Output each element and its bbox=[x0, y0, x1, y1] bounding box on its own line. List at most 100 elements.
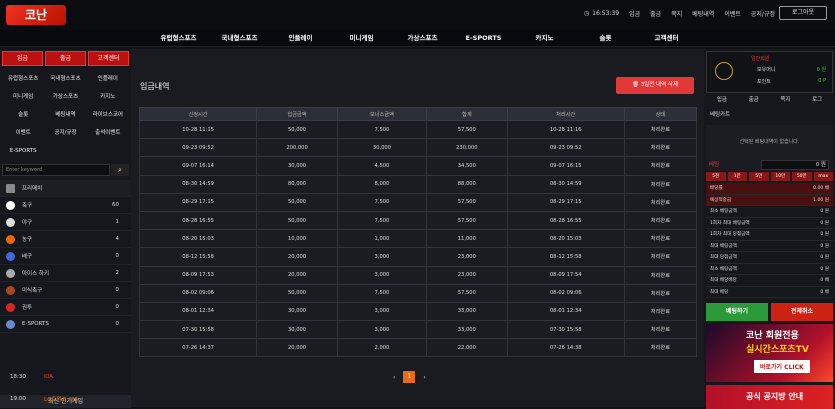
prev-page-icon[interactable]: ‹ bbox=[393, 374, 395, 381]
bet-info-value: 0 원 bbox=[820, 232, 829, 238]
sidebar-item[interactable]: 이벤트 bbox=[2, 124, 44, 142]
nav-korean-sports[interactable]: 국내형스포츠 bbox=[209, 30, 270, 46]
deposit-button[interactable]: 입금 bbox=[2, 51, 43, 66]
next-page-icon[interactable]: › bbox=[423, 374, 425, 381]
bet-info-value: 0 원 bbox=[820, 266, 829, 272]
link-bet-history[interactable]: 베팅내역 bbox=[692, 9, 714, 18]
bet-info-row: 1회차 최대 당첨금액 0 원 bbox=[706, 229, 833, 241]
sidebar-item[interactable]: 유럽형스포츠 bbox=[2, 70, 44, 88]
link-deposit[interactable]: 입금 bbox=[629, 9, 640, 18]
sidebar-item[interactable]: 미니게임 bbox=[2, 88, 44, 106]
chip-button[interactable]: 10만 bbox=[770, 172, 790, 181]
logo[interactable]: 코난 bbox=[6, 5, 66, 25]
table-cell: 07-26 14:38 bbox=[506, 338, 625, 358]
bet-amount-row: 베팅 0 원 bbox=[706, 159, 833, 171]
table-cell: 200,000 bbox=[256, 138, 338, 158]
nav-virtual[interactable]: 가상스포츠 bbox=[392, 30, 453, 46]
sidebar-item[interactable]: 국내형스포츠 bbox=[44, 70, 86, 88]
table-cell: 07-30 15:58 bbox=[506, 320, 625, 340]
table-row: 08-28 16:55 50,000 7,500 57,500 08-28 16:55 처… bbox=[138, 210, 698, 231]
game-row[interactable]: 19:00 LG트윈스 (W) bbox=[0, 389, 131, 409]
table-cell: 처리완료 bbox=[623, 119, 698, 140]
nav-casino[interactable]: 카지노 bbox=[514, 30, 575, 46]
bet-amount-input[interactable]: 0 원 bbox=[761, 160, 829, 170]
user-message[interactable]: 쪽지 bbox=[780, 95, 790, 103]
sidebar-item[interactable]: 인플레이 bbox=[87, 70, 129, 88]
logout-button[interactable]: 로그아웃 bbox=[779, 6, 827, 20]
sidebar-item[interactable]: 슬롯 bbox=[2, 106, 44, 124]
sidebar-item[interactable]: 공지/규정 bbox=[44, 124, 86, 142]
bet-info-value: 0 배 bbox=[820, 289, 829, 295]
nav-esports[interactable]: E-SPORTS bbox=[453, 30, 514, 46]
nav-inplay[interactable]: 인플레이 bbox=[270, 30, 331, 46]
sport-item[interactable]: 야구 1 bbox=[0, 214, 131, 231]
table-cell: 09-07 16:15 bbox=[506, 156, 625, 176]
chip-button[interactable]: 1만 bbox=[727, 172, 747, 181]
link-notice[interactable]: 공지/규정 bbox=[751, 9, 775, 18]
sport-item[interactable]: E-SPORTS 0 bbox=[0, 316, 131, 333]
table-cell: 08-02 09:06 bbox=[506, 283, 625, 303]
chip-button[interactable]: 5만 bbox=[749, 172, 769, 181]
sport-item[interactable]: 미식축구 0 bbox=[0, 282, 131, 299]
tv-banner[interactable]: 코난 회원전용 실시간스포츠TV 바로가기 CLICK bbox=[706, 324, 833, 382]
chip-button[interactable]: 5천 bbox=[706, 172, 726, 181]
esports-icon bbox=[6, 319, 15, 329]
link-withdraw[interactable]: 출금 bbox=[650, 9, 661, 18]
sidebar-item[interactable]: 라이브스코어 bbox=[87, 106, 129, 124]
sidebar-item[interactable]: E-SPORTS bbox=[2, 142, 44, 160]
bet-info-row: 최대 배당 0 배 bbox=[706, 287, 833, 298]
nav-slot[interactable]: 슬롯 bbox=[575, 30, 636, 46]
table-cell: 처리완료 bbox=[623, 338, 698, 358]
table-cell: 07-30 15:58 bbox=[138, 320, 258, 340]
user-log[interactable]: 로그 bbox=[812, 95, 822, 103]
search-input[interactable]: Enter keyword bbox=[2, 164, 110, 176]
bet-info-row: 1회차 최대 베팅금액 0 원 bbox=[706, 218, 833, 229]
sidebar-menu: 유럽형스포츠 국내형스포츠 인플레이 미니게임 가상스포츠 카지노 슬롯 베팅내… bbox=[0, 68, 131, 162]
table-cell: 30,000 bbox=[256, 301, 338, 322]
sidebar-item[interactable]: 가상스포츠 bbox=[44, 88, 86, 106]
place-bet-button[interactable]: 베팅하기 bbox=[706, 303, 768, 321]
pagination: ‹ 1 › bbox=[393, 371, 426, 383]
table-cell: 7,500 bbox=[336, 283, 428, 303]
page-number[interactable]: 1 bbox=[403, 371, 416, 383]
calendar-icon bbox=[6, 183, 15, 193]
sport-item[interactable]: 배구 0 bbox=[0, 248, 131, 265]
withdraw-button[interactable]: 출금 bbox=[45, 51, 86, 66]
table-cell: 08-02 09:06 bbox=[138, 283, 258, 303]
page-title: 입금내역 bbox=[140, 82, 170, 91]
link-event[interactable]: 이벤트 bbox=[724, 9, 741, 18]
sidebar-item[interactable]: 베팅내역 bbox=[44, 106, 86, 124]
bet-info-row: 최소 베팅금액 0 원 bbox=[706, 264, 833, 275]
chip-button[interactable]: 50만 bbox=[792, 172, 812, 181]
table-cell: 11,000 bbox=[426, 229, 508, 249]
sidebar-item[interactable]: 카지노 bbox=[87, 88, 129, 106]
search-icon[interactable]: ⌕ bbox=[111, 164, 129, 176]
table-cell: 08-09 17:54 bbox=[506, 265, 625, 285]
table-cell: 7,500 bbox=[336, 210, 428, 231]
table-cell: 처리완료 bbox=[623, 210, 698, 231]
sidebar-item[interactable]: 출석이벤트 bbox=[87, 124, 129, 142]
bet-info-row: 최대 당첨금액 0 원 bbox=[706, 252, 833, 264]
link-message[interactable]: 쪽지 bbox=[671, 9, 682, 18]
table-row: 08-12 15:58 20,000 3,000 23,000 08-12 15:58 처… bbox=[138, 247, 698, 267]
notice-banner[interactable]: 공식 공지방 안내 bbox=[706, 385, 833, 409]
sport-item[interactable]: 권투 0 bbox=[0, 299, 131, 316]
top-bar: 코난 ◷ 16:53:39 입금 출금 쪽지 베팅내역 이벤트 공지/규정 로그아… bbox=[0, 0, 835, 30]
table-cell: 22,000 bbox=[426, 338, 508, 358]
support-button[interactable]: 고객센터 bbox=[88, 51, 129, 66]
sport-item[interactable]: 프리매치 bbox=[0, 180, 131, 197]
table-cell: 3,000 bbox=[336, 265, 428, 285]
nav-euro-sports[interactable]: 유럽형스포츠 bbox=[148, 30, 209, 46]
user-withdraw[interactable]: 출금 bbox=[749, 95, 759, 103]
nav-support[interactable]: 고객센터 bbox=[636, 30, 697, 46]
user-deposit[interactable]: 입금 bbox=[717, 95, 727, 103]
table-cell: 50,000 bbox=[256, 119, 338, 140]
clear-all-button[interactable]: 전체취소 bbox=[771, 303, 833, 321]
nav-minigame[interactable]: 미니게임 bbox=[331, 30, 392, 46]
delete-history-button[interactable]: 🗑 3일전 내역 삭제 bbox=[616, 77, 694, 94]
sport-item[interactable]: 농구 4 bbox=[0, 231, 131, 248]
sport-item[interactable]: 아이스 하키 2 bbox=[0, 265, 131, 282]
sport-item[interactable]: 축구 60 bbox=[0, 197, 131, 214]
chip-button[interactable]: max bbox=[813, 172, 833, 181]
game-row[interactable]: 18:30 KIA bbox=[0, 367, 131, 387]
